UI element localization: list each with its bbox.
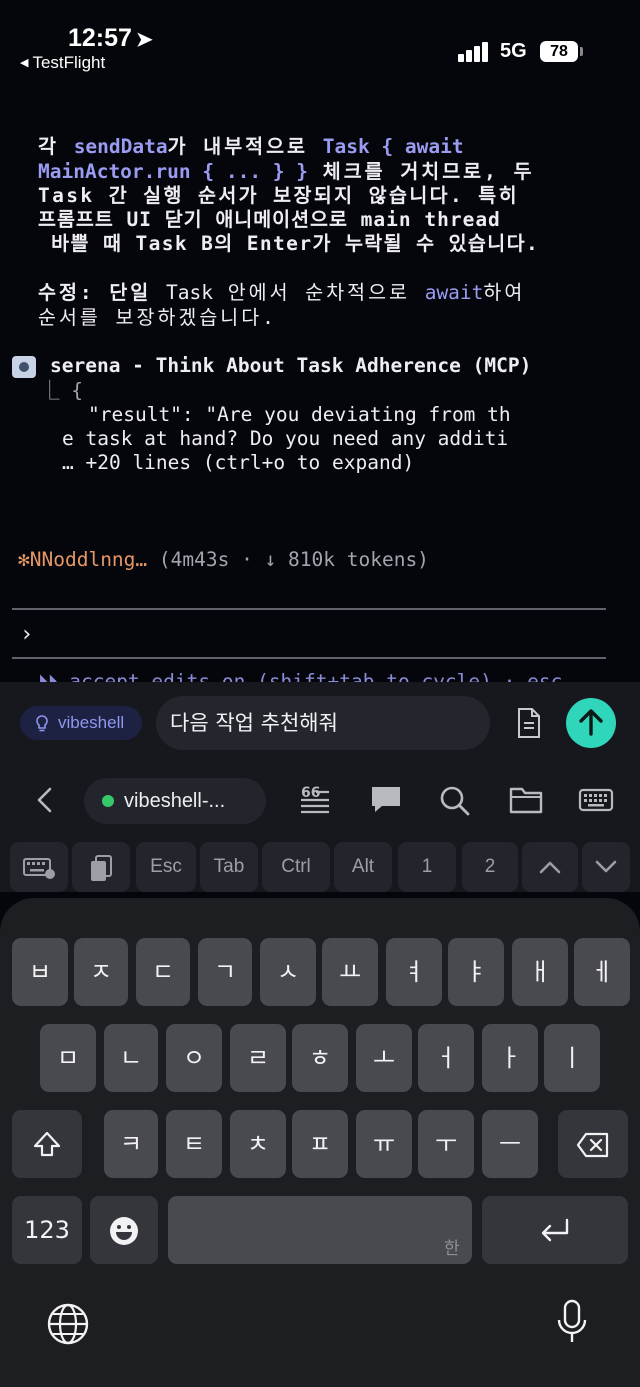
chevron-left-icon[interactable] [32, 776, 60, 824]
folder-icon[interactable] [508, 776, 544, 824]
back-triangle-icon: ◀ [20, 57, 29, 69]
terminal-line: 바쁠 때 Task B의 Enter가 누락될 수 있습니다. [38, 232, 540, 255]
key-pieup[interactable]: ㅍ [292, 1110, 348, 1178]
clock: 12:57 [68, 24, 132, 52]
list-quote-icon[interactable]: 66 [298, 776, 332, 824]
back-app-label: TestFlight [32, 53, 106, 72]
network-type: 5G [500, 40, 527, 62]
key-eu[interactable]: ㅡ [482, 1110, 538, 1178]
status-time: 12:57 ➤ [68, 24, 153, 53]
microphone-icon[interactable] [554, 1298, 590, 1346]
emoji-key[interactable] [90, 1196, 158, 1264]
arrow-down-key[interactable] [582, 842, 630, 892]
progress-status: ✻NNoddlnng… (4m43s · ↓ 810k tokens) [18, 548, 429, 571]
tab-key[interactable]: Tab [200, 842, 258, 892]
tool-result-expand-hint[interactable]: … +20 lines (ctrl+o to expand) [62, 451, 414, 475]
key-tieut[interactable]: ㅌ [166, 1110, 222, 1178]
key-yo[interactable]: ㅛ [322, 938, 378, 1006]
key-ae[interactable]: ㅐ [512, 938, 568, 1006]
search-icon[interactable] [438, 776, 472, 824]
chat-bubble-icon[interactable] [368, 776, 404, 824]
send-button[interactable] [566, 698, 616, 748]
key-giyeok[interactable]: ㄱ [198, 938, 252, 1006]
keyboard-icon[interactable] [578, 776, 614, 824]
keyboard-settings-key[interactable] [10, 842, 68, 892]
terminal-line: 각 sendData가 내부적으로 Task { await [38, 135, 464, 158]
key-hieut[interactable]: ㅎ [292, 1024, 348, 1092]
terminal-line: Task 간 실행 순서가 보장되지 않습니다. 특히 [38, 184, 519, 207]
backspace-key[interactable] [558, 1110, 628, 1178]
terminal-line: 수정: 단일 Task 안에서 순차적으로 await하여 [38, 281, 526, 304]
key-digeut[interactable]: ㄷ [136, 938, 190, 1006]
signal-icon [458, 40, 492, 62]
chevron-up-icon [539, 861, 561, 874]
key-i[interactable]: ㅣ [544, 1024, 600, 1092]
key-bieup[interactable]: ㅂ [12, 938, 68, 1006]
session-selector[interactable]: vibeshell-... [84, 778, 266, 824]
tool-result-line: "result": "Are you deviating from th [88, 403, 511, 426]
message-input[interactable]: 다음 작업 추천해줘 [156, 696, 490, 750]
arrow-up-key[interactable] [522, 842, 578, 892]
prompt-symbol[interactable]: › [20, 623, 33, 647]
emoji-icon [110, 1217, 138, 1245]
input-language-indicator: 한 [444, 1239, 460, 1259]
terminal-line: MainActor.run { ... } } 체크를 거치므로, 두 [38, 160, 535, 183]
key-u[interactable]: ㅜ [418, 1110, 474, 1178]
session-label: vibeshell-... [124, 790, 226, 812]
app-chip-label: vibeshell [58, 713, 125, 732]
key-jieut[interactable]: ㅈ [74, 938, 128, 1006]
numbers-key[interactable]: 123 [12, 1196, 82, 1264]
lightbulb-icon [35, 706, 49, 753]
space-key[interactable] [168, 1196, 472, 1264]
shift-key[interactable] [12, 1110, 82, 1178]
terminal-line: 순서를 보장하겠습니다. [38, 306, 277, 329]
number-2-key[interactable]: 2 [462, 842, 518, 892]
battery-nub [580, 47, 583, 56]
key-ieung[interactable]: ㅇ [166, 1024, 222, 1092]
tool-status-icon [12, 356, 36, 378]
shift-icon [33, 1131, 61, 1157]
key-a[interactable]: ㅏ [482, 1024, 538, 1092]
app-chip[interactable]: vibeshell [20, 706, 142, 740]
alt-key[interactable]: Alt [334, 842, 392, 892]
globe-icon[interactable] [46, 1302, 90, 1346]
tool-result-open: ⎿ { [40, 379, 83, 402]
return-icon [541, 1218, 569, 1242]
prompt-divider-top [12, 608, 606, 610]
clipboard-icon [91, 855, 112, 881]
tool-result-line: e task at hand? Do you need any additi [62, 427, 509, 450]
key-rieul[interactable]: ㄹ [230, 1024, 286, 1092]
key-nieun[interactable]: ㄴ [104, 1024, 158, 1092]
send-arrow-icon [579, 709, 603, 736]
ctrl-key[interactable]: Ctrl [262, 842, 330, 892]
esc-key[interactable]: Esc [136, 842, 196, 892]
location-arrow-icon: ➤ [135, 29, 153, 51]
number-1-key[interactable]: 1 [398, 842, 456, 892]
tool-call-title: serena - Think About Task Adherence (MCP… [50, 354, 532, 377]
back-to-app-link[interactable]: ◀ TestFlight [20, 53, 105, 73]
key-yu[interactable]: ㅠ [356, 1110, 412, 1178]
key-mieum[interactable]: ㅁ [40, 1024, 96, 1092]
key-chieut[interactable]: ㅊ [230, 1110, 286, 1178]
spinner-icon: ✻ [18, 548, 30, 571]
keyboard-settings-icon [23, 858, 55, 879]
session-status-dot [102, 795, 114, 807]
key-kieuk[interactable]: ㅋ [104, 1110, 158, 1178]
backspace-icon [576, 1132, 609, 1158]
clipboard-key[interactable] [72, 842, 130, 892]
chevron-down-icon [595, 860, 617, 873]
battery-indicator: 78 [540, 41, 578, 62]
prompt-divider-bottom [12, 657, 606, 659]
key-ya[interactable]: ㅑ [448, 938, 504, 1006]
key-o[interactable]: ㅗ [356, 1024, 412, 1092]
terminal-line: 프롬프트 UI 닫기 애니메이션으로 main thread [38, 208, 501, 231]
key-eo[interactable]: ㅓ [418, 1024, 474, 1092]
key-e[interactable]: ㅔ [574, 938, 630, 1006]
key-siot[interactable]: ㅅ [260, 938, 316, 1006]
return-key[interactable] [482, 1196, 628, 1264]
document-icon[interactable] [514, 706, 544, 740]
key-yeo[interactable]: ㅕ [386, 938, 442, 1006]
